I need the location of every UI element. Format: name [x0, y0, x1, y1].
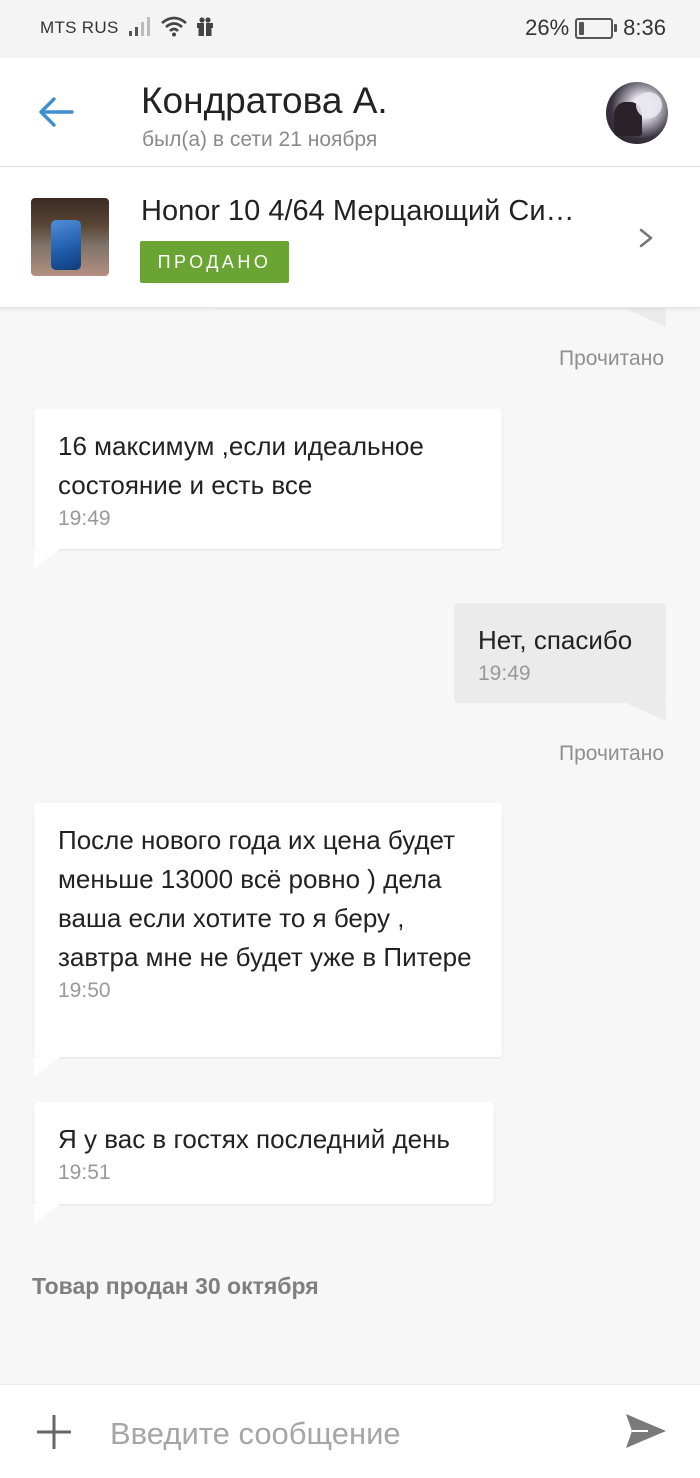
wifi-icon: [161, 16, 187, 37]
message-bubble-incoming[interactable]: После нового года их цена будет меньше 1…: [34, 803, 502, 1077]
product-thumbnail: [31, 198, 109, 276]
gift-icon: [197, 17, 213, 36]
plus-icon[interactable]: [37, 1415, 71, 1449]
arrow-left-icon[interactable]: [36, 94, 76, 130]
read-receipt: Прочитано: [559, 742, 664, 765]
clock: 8:36: [623, 15, 666, 40]
message-time: 19:50: [58, 979, 111, 1002]
message-list[interactable]: Прочитано 16 максимум ,если идеальное со…: [0, 307, 700, 1384]
battery-fill: [579, 21, 584, 35]
carrier-label: MTS RUS: [40, 18, 119, 37]
battery-icon: [575, 17, 618, 39]
message-input[interactable]: [108, 1405, 582, 1463]
status-icons: [128, 15, 214, 37]
status-right: 26% 8:36: [525, 15, 666, 41]
message-text: После нового года их цена будет меньше 1…: [58, 825, 472, 972]
battery-percent: 26%: [525, 15, 570, 40]
message-bubble-incoming[interactable]: Я у вас в гостях последний день 19:51: [34, 1102, 494, 1224]
signal-icon: [129, 17, 150, 36]
product-card[interactable]: Honor 10 4/64 Мерцающий Си… ПРОДАНО: [0, 167, 700, 308]
sold-notice: Товар продан 30 октября: [32, 1273, 319, 1299]
last-seen: был(а) в сети 21 ноября: [142, 128, 378, 151]
chat-header: Кондратова А. был(а) в сети 21 ноября: [0, 58, 700, 167]
read-receipt: Прочитано: [559, 347, 664, 370]
send-icon[interactable]: [624, 1412, 668, 1450]
status-badge: ПРОДАНО: [140, 241, 289, 283]
message-time: 19:51: [58, 1161, 111, 1184]
message-bubble-incoming[interactable]: 16 максимум ,если идеальное состояние и …: [34, 409, 502, 569]
message-time: 19:49: [478, 662, 531, 685]
message-text: Нет, спасибо: [478, 625, 633, 655]
avatar[interactable]: [606, 82, 668, 144]
chevron-right-icon[interactable]: [638, 227, 654, 249]
contact-name[interactable]: Кондратова А.: [141, 80, 388, 122]
message-time: 19:49: [58, 507, 111, 530]
message-bubble-outgoing[interactable]: Нет, спасибо 19:49: [454, 603, 666, 721]
message-text: 16 максимум ,если идеальное состояние и …: [58, 431, 432, 500]
product-title: Honor 10 4/64 Мерцающий Си…: [141, 195, 575, 227]
message-input-bar: [0, 1384, 700, 1478]
status-bar: MTS RUS 26% 8:36: [0, 0, 700, 58]
message-text: Я у вас в гостях последний день: [58, 1124, 450, 1154]
